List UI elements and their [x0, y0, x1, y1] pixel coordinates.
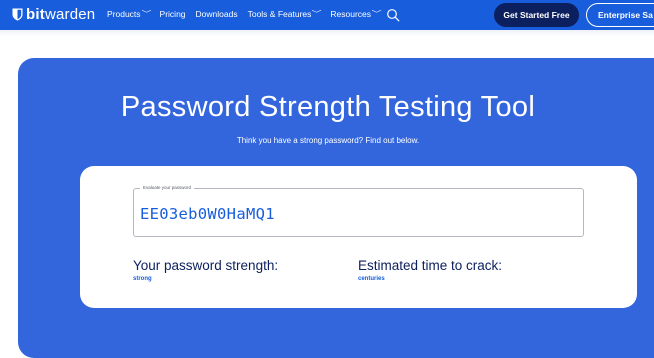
- menu-item-tools-features[interactable]: Tools & Features ﹀: [247, 8, 322, 20]
- top-navigation: bitwarden Products ﹀ Pricing Downloads T…: [0, 0, 654, 30]
- strength-result: Your password strength: strong: [133, 258, 278, 283]
- chevron-down-icon: ﹀: [371, 10, 382, 18]
- chevron-down-icon: ﹀: [311, 10, 322, 18]
- menu-item-resources[interactable]: Resources ﹀: [330, 8, 382, 20]
- crack-time-result: Estimated time to crack: centuries: [358, 258, 502, 283]
- get-started-free-button[interactable]: Get Started Free: [494, 3, 579, 27]
- nav-shadow: [0, 30, 654, 36]
- strength-value: strong: [133, 276, 152, 282]
- menu-item-label: Resources: [330, 9, 372, 19]
- main-menu: Products ﹀ Pricing Downloads Tools & Fea…: [107, 8, 382, 20]
- password-tester-hero: Password Strength Testing Tool Think you…: [18, 58, 654, 358]
- logo-wordmark: bitwarden: [26, 6, 95, 23]
- crack-time-value: centuries: [358, 276, 385, 282]
- logo-brand-light: warden: [44, 6, 96, 23]
- menu-item-label: Downloads: [195, 9, 238, 19]
- bitwarden-logo[interactable]: bitwarden: [12, 6, 95, 23]
- menu-item-products[interactable]: Products ﹀: [107, 8, 151, 20]
- shield-icon: [12, 8, 23, 21]
- strength-label: Your password strength:: [133, 258, 279, 273]
- page-subtitle: Think you have a strong password? Find o…: [236, 136, 420, 145]
- menu-item-label: Tools & Features: [247, 9, 312, 19]
- password-input-value[interactable]: EE03eb0W0HaMQ1: [140, 205, 275, 223]
- page-title: Password Strength Testing Tool: [120, 91, 536, 123]
- logo-brand-bold: bit: [26, 6, 45, 23]
- crack-time-label: Estimated time to crack:: [358, 258, 503, 273]
- menu-item-label: Pricing: [159, 9, 186, 19]
- search-icon[interactable]: [386, 8, 400, 22]
- password-input[interactable]: Evaluate your password EE03eb0W0HaMQ1: [133, 184, 584, 237]
- menu-item-downloads[interactable]: Downloads: [196, 8, 238, 20]
- menu-item-pricing[interactable]: Pricing: [160, 8, 186, 20]
- enterprise-sales-button[interactable]: Enterprise Sa: [586, 3, 654, 27]
- chevron-down-icon: ﹀: [141, 10, 151, 18]
- password-input-label: Evaluate your password: [140, 184, 195, 192]
- password-tester-card: Evaluate your password EE03eb0W0HaMQ1 Yo…: [80, 166, 637, 308]
- menu-item-label: Products: [107, 9, 141, 19]
